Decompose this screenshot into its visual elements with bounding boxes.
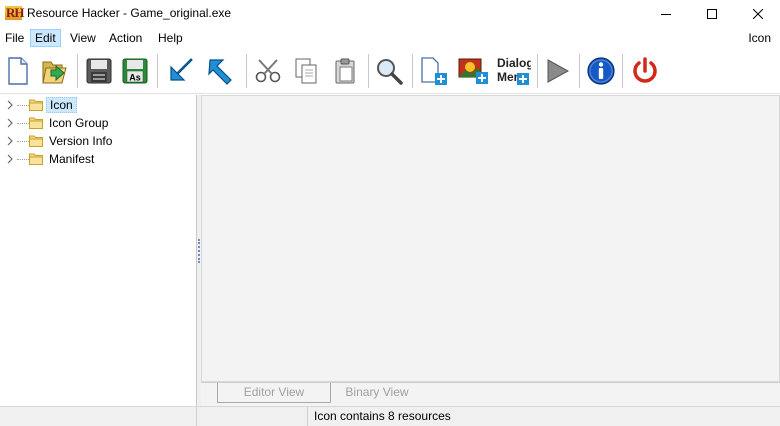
resource-tree[interactable]: Icon Icon Group Version Info Manifest [0,95,197,406]
minimize-button[interactable] [643,0,689,27]
menu-help[interactable]: Help [154,29,187,47]
paste-icon [335,58,355,84]
menu-view[interactable]: View [66,29,100,47]
minimize-icon [661,13,671,15]
status-cell [0,407,197,426]
tree-item-icon[interactable]: Icon [0,96,196,114]
title-bar: RH Resource Hacker - Game_original.exe [0,0,780,27]
chevron-right-icon[interactable] [6,99,14,111]
tab-binary-view[interactable]: Binary View [337,383,417,403]
maximize-icon [707,8,717,19]
folder-icon [29,99,43,111]
save-as-icon: As [122,58,148,84]
run-play-icon [547,59,570,83]
dialog-label-line1: Dialog [497,56,531,70]
tree-item-icon-group[interactable]: Icon Group [0,114,196,132]
paste-button[interactable] [328,53,362,89]
toolbar: As Dialog Mer [0,48,780,94]
run-script-button[interactable] [540,53,574,89]
menu-edit[interactable]: Edit [30,29,61,47]
folder-icon [29,117,43,129]
copy-button[interactable] [289,53,323,89]
editor-pane[interactable] [201,95,780,382]
close-button[interactable] [735,0,780,27]
tree-item-label[interactable]: Icon Group [46,115,111,131]
info-icon [587,57,615,85]
chevron-right-icon[interactable] [6,153,14,165]
status-cell [197,407,308,426]
folder-icon [29,153,43,165]
open-button[interactable] [38,53,72,89]
compile-button[interactable] [165,53,199,89]
cut-button[interactable] [251,53,285,89]
save-as-label: As [129,73,141,83]
tree-item-manifest[interactable]: Manifest [0,150,196,168]
copy-icon [295,58,317,84]
save-icon [86,58,112,84]
dialog-menu-icon: Dialog Mer [497,56,531,85]
view-tabs: Editor View Binary View [201,382,780,406]
status-bar: Icon contains 8 resources [0,406,780,426]
new-button[interactable] [1,53,35,89]
open-folder-icon [42,61,67,84]
folder-icon [29,135,43,147]
tab-editor-view[interactable]: Editor View [217,383,331,403]
compile-arrow-icon [170,58,193,81]
splitter-grip[interactable] [198,239,200,263]
menu-action[interactable]: Action [105,29,146,47]
add-blank-resource-icon [421,57,447,85]
exit-button[interactable] [628,53,662,89]
scissors-icon [255,59,281,83]
close-icon [753,8,763,19]
save-as-button[interactable]: As [118,53,152,89]
dialog-menu-button[interactable]: Dialog Mer [495,53,531,89]
dialog-label-line2: Mer [497,70,519,84]
find-button[interactable] [372,53,406,89]
maximize-button[interactable] [689,0,735,27]
menu-file[interactable]: File [1,29,28,47]
status-text: Icon contains 8 resources [314,409,451,423]
menu-bar: File Edit View Action Help Icon [0,27,780,48]
window-title: Resource Hacker - Game_original.exe [27,6,232,20]
tree-item-version-info[interactable]: Version Info [0,132,196,150]
export-button[interactable] [203,53,237,89]
save-button[interactable] [82,53,116,89]
magnifier-icon [377,59,403,85]
current-resource-type: Icon [748,31,771,45]
tree-item-label[interactable]: Version Info [46,133,115,149]
tree-item-label[interactable]: Manifest [46,151,97,167]
add-image-resource-button[interactable] [456,53,490,89]
new-file-icon [8,57,28,85]
add-blank-resource-button[interactable] [416,53,450,89]
app-logo: RH [5,5,25,20]
chevron-right-icon[interactable] [6,117,14,129]
add-image-resource-icon [458,58,488,84]
power-icon [633,57,657,83]
export-arrow-icon [208,59,232,85]
tree-item-label[interactable]: Icon [46,97,77,113]
chevron-right-icon[interactable] [6,135,14,147]
about-button[interactable] [584,53,618,89]
